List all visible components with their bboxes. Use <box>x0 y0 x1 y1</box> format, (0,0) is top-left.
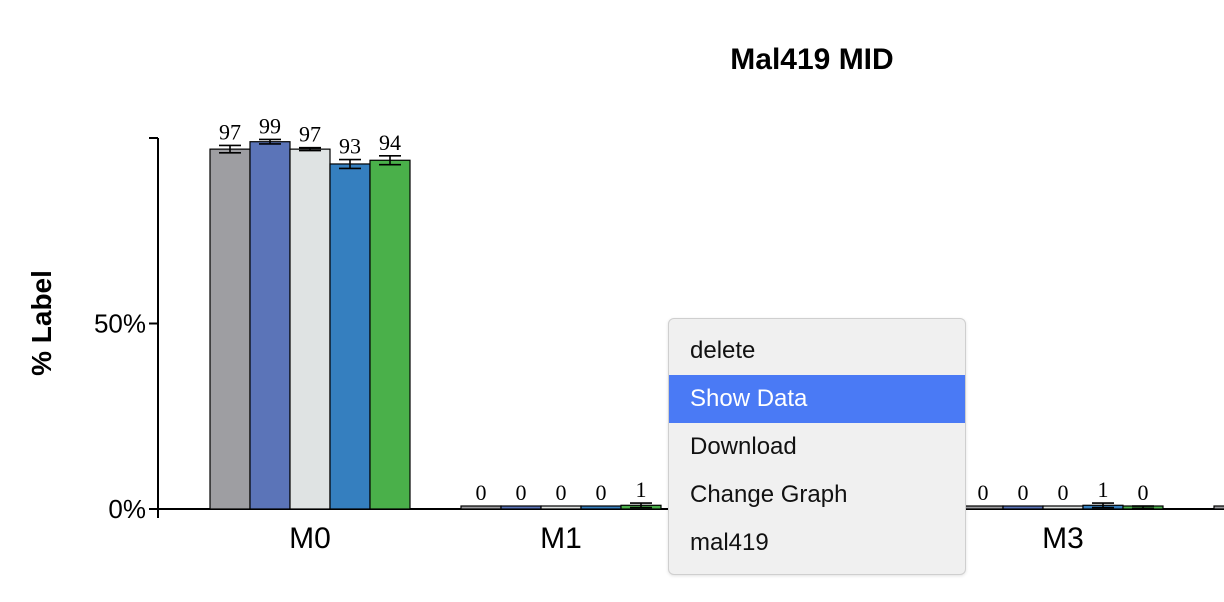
bar <box>329 163 371 510</box>
data-label: 1 <box>636 477 647 502</box>
menu-item-delete[interactable]: delete <box>669 327 965 375</box>
bar <box>209 148 251 510</box>
data-label: 94 <box>379 130 401 155</box>
y-tick-label: 0% <box>108 494 146 524</box>
data-label: 0 <box>1058 480 1069 505</box>
data-label: 93 <box>339 134 361 159</box>
y-axis: 0% 50% <box>94 137 159 524</box>
menu-item-change-graph[interactable]: Change Graph <box>669 471 965 519</box>
context-menu: delete Show Data Download Change Graph m… <box>668 318 966 575</box>
bar <box>1042 505 1084 510</box>
bar <box>540 505 582 510</box>
data-label: 0 <box>476 480 487 505</box>
bar <box>369 159 411 510</box>
x-category-label: M3 <box>1042 522 1084 555</box>
menu-item-show-data[interactable]: Show Data <box>669 375 965 423</box>
bar <box>289 148 331 510</box>
bar <box>962 505 1004 510</box>
data-label: 97 <box>299 122 321 147</box>
menu-item-download[interactable]: Download <box>669 423 965 471</box>
menu-item-mal419[interactable]: mal419 <box>669 519 965 567</box>
bar-chart: Mal419 MID % Label 0%50% M0M1M2M3M4 9799… <box>26 43 1224 555</box>
y-axis-label: % Label <box>26 270 57 376</box>
x-category-label: M1 <box>540 522 582 555</box>
bar <box>460 505 502 510</box>
data-label: 0 <box>596 480 607 505</box>
x-category-label: M0 <box>289 522 331 555</box>
data-label: 0 <box>1138 480 1149 505</box>
data-label: 0 <box>978 480 989 505</box>
data-label: 0 <box>556 480 567 505</box>
data-label: 0 <box>1018 480 1029 505</box>
bar <box>249 141 291 510</box>
bar <box>500 505 542 510</box>
bar <box>580 505 622 510</box>
data-label: 0 <box>516 480 527 505</box>
y-tick-label: 50% <box>94 309 146 339</box>
data-label: 1 <box>1098 477 1109 502</box>
data-label: 99 <box>259 113 281 138</box>
bar <box>1002 505 1044 510</box>
data-label: 97 <box>219 119 241 144</box>
bar <box>1213 505 1224 510</box>
chart-title: Mal419 MID <box>730 43 893 76</box>
